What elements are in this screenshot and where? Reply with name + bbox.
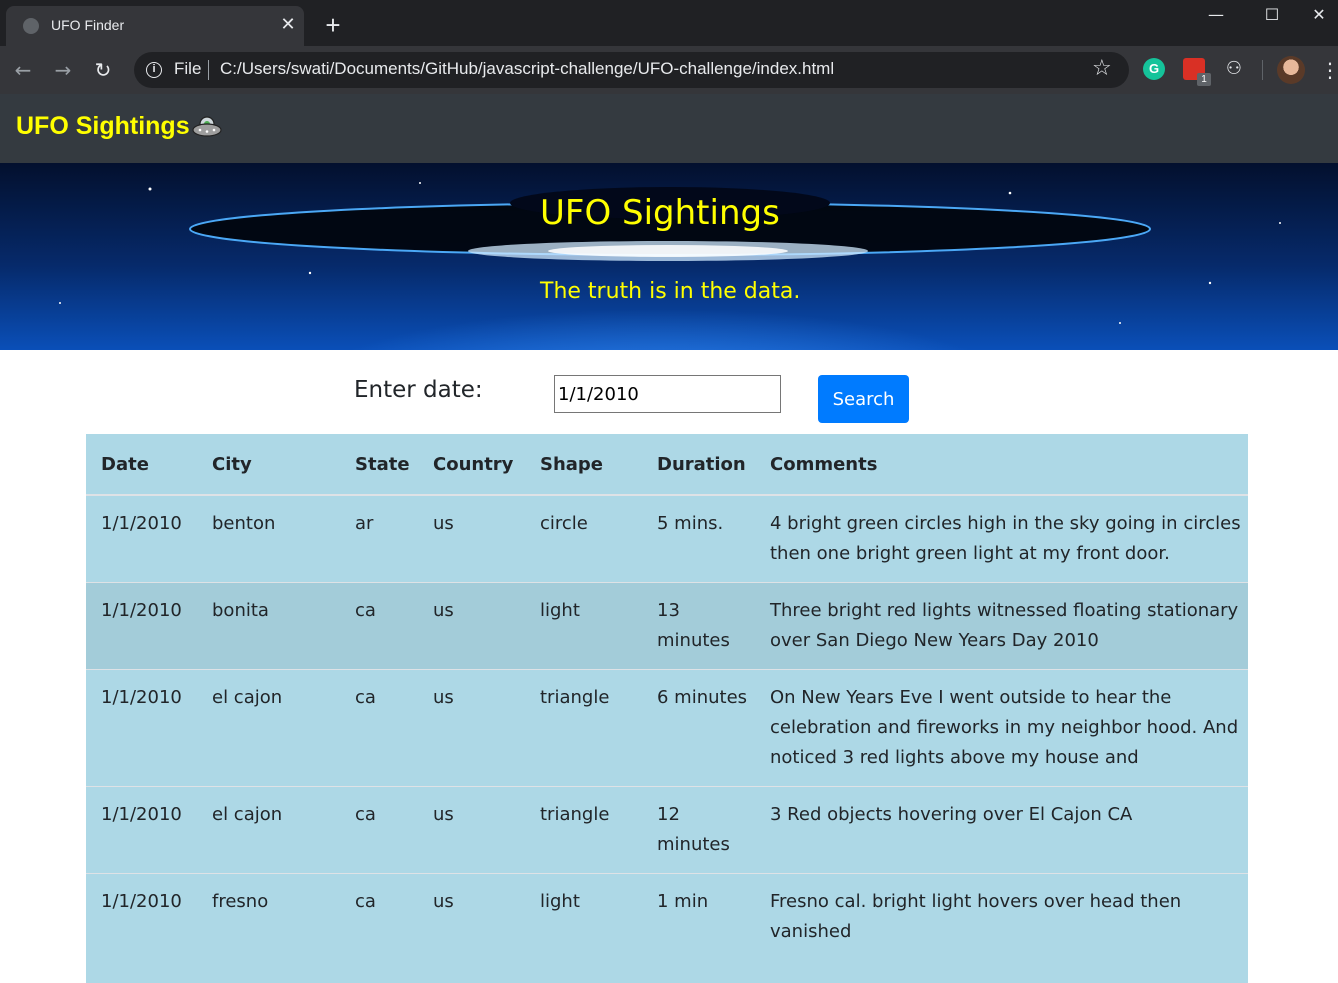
header-date: Date: [86, 434, 197, 496]
cell-comments: Three bright red lights witnessed floati…: [755, 582, 1248, 670]
cell-city: el cajon: [197, 669, 340, 787]
profile-avatar[interactable]: [1277, 56, 1305, 84]
new-tab-button[interactable]: +: [318, 10, 348, 40]
table-row: 1/1/2010 fresno ca us light 1 min Fresno…: [86, 873, 1248, 960]
cell-shape: triangle: [525, 786, 642, 874]
hero-title: UFO Sightings: [540, 193, 780, 233]
header-shape: Shape: [525, 434, 642, 496]
cell-date: 1/1/2010: [86, 873, 197, 960]
tab-title: UFO Finder: [51, 17, 125, 33]
cell-duration: 13 minutes: [642, 582, 755, 670]
cell-country: us: [418, 582, 525, 670]
ufo-icon: [192, 116, 222, 137]
cell-date: 1/1/2010: [86, 669, 197, 787]
header-duration: Duration: [642, 434, 755, 496]
table-row: 1/1/2010 el cajon ca us triangle 12 minu…: [86, 786, 1248, 874]
window-minimize-button[interactable]: —: [1188, 0, 1244, 30]
page-navbar: UFO Sightings: [0, 94, 1338, 163]
table-row: 1/1/2010 benton ar us circle 5 mins. 4 b…: [86, 494, 1248, 583]
globe-icon: [23, 18, 39, 34]
cell-date: 1/1/2010: [86, 494, 197, 583]
cell-duration: 1 min: [642, 873, 755, 960]
url-text[interactable]: C:/Users/swati/Documents/GitHub/javascri…: [220, 59, 834, 79]
cell-state: ca: [340, 669, 418, 787]
back-arrow-icon[interactable]: ←: [9, 56, 37, 84]
cell-comments: 4 bright green circles high in the sky g…: [755, 494, 1248, 583]
header-country: Country: [418, 434, 525, 496]
cell-comments: 3 Red objects hovering over El Cajon CA: [755, 786, 1248, 874]
kebab-menu-icon[interactable]: ⋮: [1320, 56, 1338, 84]
cell-country: us: [418, 669, 525, 787]
table-row: 1/1/2010 bonita ca us light 13 minutes T…: [86, 582, 1248, 670]
hero-banner: UFO Sightings The truth is in the data.: [0, 163, 1338, 350]
search-button[interactable]: Search: [818, 375, 909, 423]
ufo-table: Date City State Country Shape Duration C…: [86, 434, 1248, 960]
cell-city: benton: [197, 494, 340, 583]
toolbar-separator: [1262, 60, 1263, 80]
cell-state: ca: [340, 786, 418, 874]
cell-shape: triangle: [525, 669, 642, 787]
table-row: 1/1/2010 el cajon ca us triangle 6 minut…: [86, 669, 1248, 787]
reload-icon[interactable]: ↻: [89, 56, 117, 84]
navbar-brand[interactable]: UFO Sightings: [16, 112, 190, 141]
cell-comments: On New Years Eve I went outside to hear …: [755, 669, 1248, 787]
cell-state: ca: [340, 582, 418, 670]
header-city: City: [197, 434, 340, 496]
tab-ufo-finder[interactable]: UFO Finder ✕: [6, 6, 304, 46]
cell-duration: 12 minutes: [642, 786, 755, 874]
cell-country: us: [418, 873, 525, 960]
tab-close-icon[interactable]: ✕: [278, 14, 298, 36]
cell-date: 1/1/2010: [86, 582, 197, 670]
url-scheme-label: File: [174, 59, 202, 78]
cell-state: ar: [340, 494, 418, 583]
ufo-hero-image: [59, 182, 1281, 324]
cell-city: el cajon: [197, 786, 340, 874]
header-state: State: [340, 434, 418, 496]
cell-duration: 6 minutes: [642, 669, 755, 787]
date-input[interactable]: [554, 375, 781, 413]
address-separator: [208, 60, 209, 80]
cell-country: us: [418, 494, 525, 583]
cell-shape: circle: [525, 494, 642, 583]
hero-subtitle: The truth is in the data.: [540, 279, 801, 304]
cell-state: ca: [340, 873, 418, 960]
grammarly-extension-icon[interactable]: G: [1143, 58, 1165, 80]
cell-country: us: [418, 786, 525, 874]
cell-shape: light: [525, 582, 642, 670]
info-icon[interactable]: i: [146, 62, 162, 78]
cell-duration: 5 mins.: [642, 494, 755, 583]
cell-shape: light: [525, 873, 642, 960]
extension-puzzle-icon[interactable]: ⚇: [1223, 58, 1245, 80]
address-bar[interactable]: i File C:/Users/swati/Documents/GitHub/j…: [134, 52, 1129, 88]
header-comments: Comments: [755, 434, 1248, 496]
cell-city: fresno: [197, 873, 340, 960]
extension-badge: 1: [1197, 73, 1211, 86]
cell-comments: Fresno cal. bright light hovers over hea…: [755, 873, 1248, 960]
forward-arrow-icon[interactable]: →: [49, 56, 77, 84]
window-maximize-button[interactable]: ☐: [1244, 0, 1300, 30]
browser-toolbar: ← → ↻ i File C:/Users/swati/Documents/Gi…: [0, 46, 1338, 94]
date-filter-label: Enter date:: [354, 377, 483, 403]
tab-strip: UFO Finder ✕ + — ☐ ✕: [0, 0, 1338, 46]
ufo-table-container: Date City State Country Shape Duration C…: [86, 434, 1248, 983]
table-header-row: Date City State Country Shape Duration C…: [86, 434, 1248, 496]
bookmark-star-icon[interactable]: ☆: [1092, 56, 1112, 81]
cell-city: bonita: [197, 582, 340, 670]
cell-date: 1/1/2010: [86, 786, 197, 874]
window-close-button[interactable]: ✕: [1300, 0, 1338, 30]
